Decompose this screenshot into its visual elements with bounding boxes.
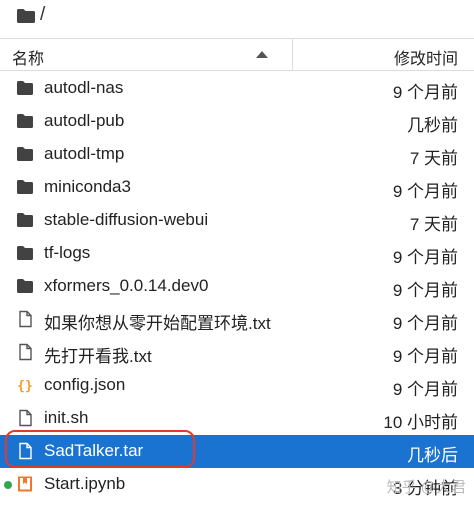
json-file-icon: {} bbox=[16, 376, 34, 394]
folder-icon bbox=[16, 178, 34, 196]
file-row[interactable]: 如果你想从零开始配置环境.txt 9 个月前 bbox=[0, 303, 474, 336]
file-row[interactable]: autodl-tmp 7 天前 bbox=[0, 138, 474, 171]
file-name: config.json bbox=[44, 375, 126, 394]
modified-time: 7 天前 bbox=[409, 215, 458, 234]
modified-time: 9 个月前 bbox=[392, 380, 458, 399]
folder-icon bbox=[16, 145, 34, 163]
file-list-header: 名称 修改时间 bbox=[0, 38, 474, 71]
file-name: autodl-tmp bbox=[44, 144, 125, 163]
file-name: 如果你想从零开始配置环境.txt bbox=[44, 314, 271, 333]
modified-time: 9 个月前 bbox=[392, 347, 458, 366]
file-name: init.sh bbox=[44, 408, 89, 427]
running-indicator bbox=[4, 481, 12, 489]
file-icon bbox=[16, 409, 34, 427]
file-name: autodl-pub bbox=[44, 111, 125, 130]
file-name: autodl-nas bbox=[44, 78, 124, 97]
modified-time: 9 个月前 bbox=[392, 281, 458, 300]
svg-text:{}: {} bbox=[17, 379, 33, 394]
modified-time: 9 个月前 bbox=[392, 248, 458, 267]
notebook-icon bbox=[16, 475, 34, 493]
file-row[interactable]: miniconda3 9 个月前 bbox=[0, 171, 474, 204]
file-name: xformers_0.0.14.dev0 bbox=[44, 276, 209, 295]
file-icon bbox=[16, 343, 34, 361]
sort-ascending-icon[interactable] bbox=[256, 51, 268, 58]
modified-time: 7 天前 bbox=[409, 149, 458, 168]
modified-column-header[interactable]: 修改时间 bbox=[394, 45, 458, 69]
breadcrumb-path[interactable]: / bbox=[40, 4, 45, 26]
name-column-header[interactable]: 名称 bbox=[12, 45, 44, 69]
breadcrumb: / bbox=[0, 0, 474, 36]
file-name: stable-diffusion-webui bbox=[44, 210, 209, 229]
column-divider[interactable] bbox=[292, 39, 293, 70]
folder-icon[interactable] bbox=[16, 8, 36, 24]
modified-time: 9 个月前 bbox=[392, 83, 458, 102]
file-row[interactable]: autodl-nas 9 个月前 bbox=[0, 72, 474, 105]
watermark: 知乎 @大君 bbox=[386, 479, 466, 496]
file-icon bbox=[16, 310, 34, 328]
file-row[interactable]: stable-diffusion-webui 7 天前 bbox=[0, 204, 474, 237]
folder-icon bbox=[16, 244, 34, 262]
file-row[interactable]: 先打开看我.txt 9 个月前 bbox=[0, 336, 474, 369]
file-row[interactable]: autodl-pub 几秒前 bbox=[0, 105, 474, 138]
file-name: tf-logs bbox=[44, 243, 91, 262]
modified-time: 几秒前 bbox=[407, 116, 458, 135]
file-name: miniconda3 bbox=[44, 177, 131, 196]
modified-time: 10 小时前 bbox=[383, 413, 458, 432]
file-name: 先打开看我.txt bbox=[44, 347, 152, 366]
file-name: Start.ipynb bbox=[44, 474, 126, 493]
modified-time: 几秒后 bbox=[407, 446, 458, 465]
folder-icon bbox=[16, 277, 34, 295]
modified-time: 9 个月前 bbox=[392, 314, 458, 333]
folder-icon bbox=[16, 79, 34, 97]
file-row[interactable]: xformers_0.0.14.dev0 9 个月前 bbox=[0, 270, 474, 303]
folder-icon bbox=[16, 211, 34, 229]
file-row[interactable]: {} config.json 9 个月前 bbox=[0, 369, 474, 402]
file-row[interactable]: tf-logs 9 个月前 bbox=[0, 237, 474, 270]
folder-icon bbox=[16, 112, 34, 130]
modified-time: 9 个月前 bbox=[392, 182, 458, 201]
highlight-annotation bbox=[5, 430, 195, 468]
